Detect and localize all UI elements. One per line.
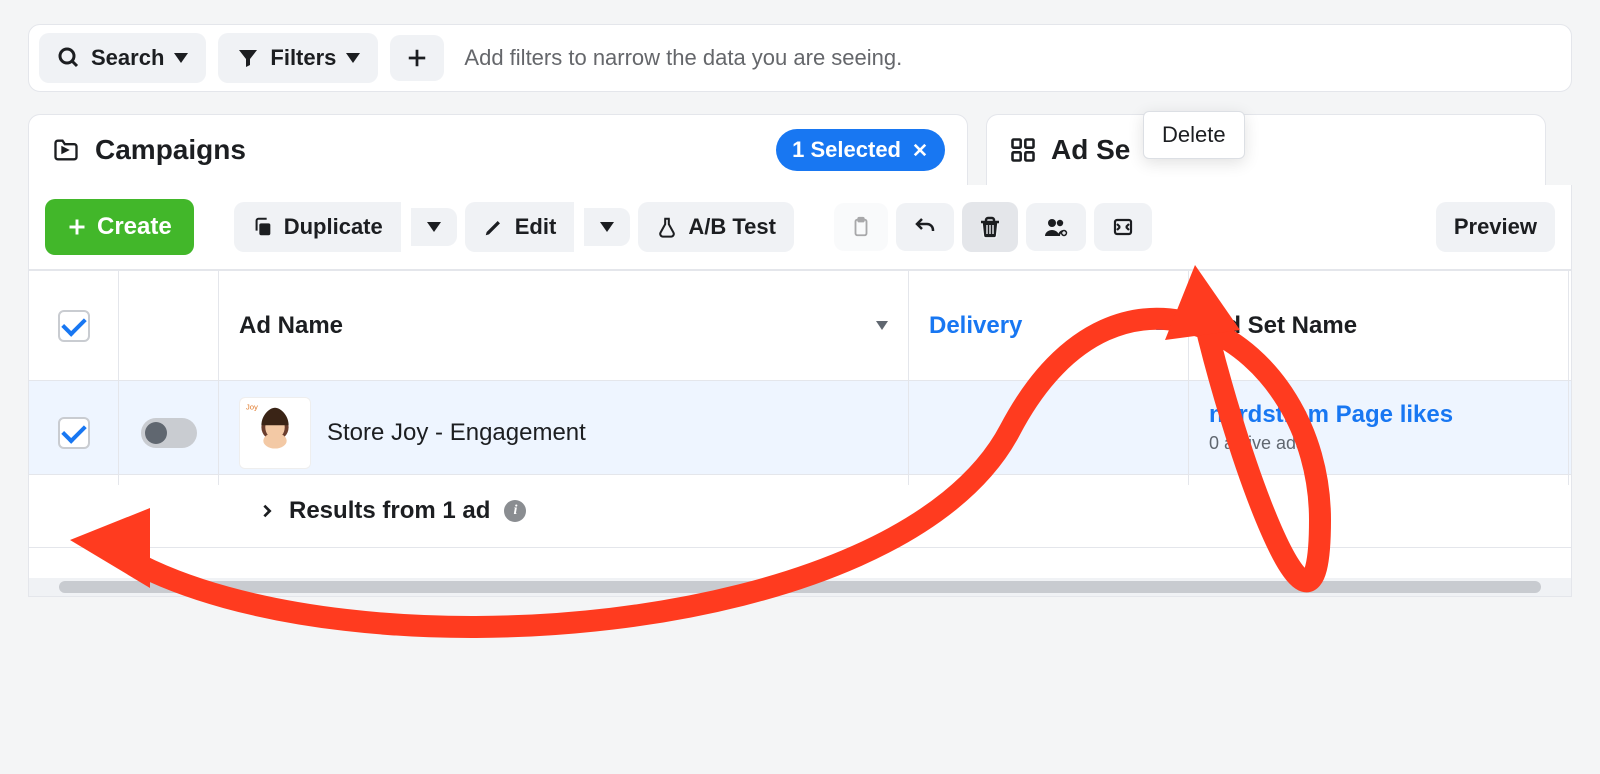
- delete-tooltip: Delete: [1143, 111, 1245, 159]
- clipboard-button: [834, 203, 888, 251]
- column-delivery[interactable]: Delivery: [909, 271, 1189, 380]
- col-adset-label: Ad Set Name: [1209, 312, 1357, 340]
- row-checkbox[interactable]: [58, 417, 90, 449]
- create-button[interactable]: Create: [45, 199, 194, 255]
- svg-text:Joy: Joy: [246, 403, 258, 412]
- pencil-icon: [483, 216, 505, 238]
- abtest-button[interactable]: A/B Test: [638, 202, 794, 252]
- row-adname-cell[interactable]: Joy Store Joy - Engagement: [219, 381, 909, 485]
- edit-dropdown[interactable]: [584, 208, 630, 246]
- sort-caret-icon: [876, 321, 888, 330]
- select-all-checkbox[interactable]: [58, 310, 90, 342]
- tab-campaigns[interactable]: Campaigns 1 Selected: [28, 114, 968, 185]
- plus-icon: [406, 47, 428, 69]
- tab-adsets-label: Ad Se: [1051, 134, 1130, 166]
- undo-button[interactable]: [896, 203, 954, 251]
- flask-icon: [656, 215, 678, 239]
- selected-chip-label: 1 Selected: [792, 137, 901, 163]
- abtest-label: A/B Test: [688, 214, 776, 240]
- search-label: Search: [91, 45, 164, 71]
- copy-icon: [252, 216, 274, 238]
- sort-caret-up-icon: [1156, 321, 1168, 330]
- edit-label: Edit: [515, 214, 557, 240]
- export-button[interactable]: [1094, 203, 1152, 251]
- people-plus-icon: [1042, 215, 1070, 239]
- search-button[interactable]: Search: [39, 33, 206, 83]
- filter-placeholder: Add filters to narrow the data you are s…: [456, 45, 902, 71]
- info-icon[interactable]: i: [504, 500, 526, 522]
- create-label: Create: [97, 213, 172, 241]
- selected-chip[interactable]: 1 Selected: [776, 129, 945, 171]
- chevron-right-icon[interactable]: [259, 500, 275, 522]
- caret-down-icon: [174, 53, 188, 63]
- preview-label: Preview: [1454, 214, 1537, 240]
- add-filter-button[interactable]: [390, 35, 444, 81]
- select-all-header[interactable]: [29, 271, 119, 380]
- filters-label: Filters: [270, 45, 336, 71]
- filters-button[interactable]: Filters: [218, 33, 378, 83]
- col-delivery-label: Delivery: [929, 312, 1022, 340]
- search-icon: [57, 46, 81, 70]
- filter-bar: Search Filters Add filters to narrow the…: [28, 24, 1572, 92]
- caret-down-icon: [427, 222, 441, 232]
- delete-button[interactable]: [962, 202, 1018, 252]
- caret-down-icon: [600, 222, 614, 232]
- horizontal-scrollbar[interactable]: [29, 578, 1571, 596]
- folder-icon: [51, 136, 81, 164]
- tab-campaigns-label: Campaigns: [95, 134, 246, 166]
- ad-name-text: Store Joy - Engagement: [327, 419, 586, 447]
- column-ad-name[interactable]: Ad Name: [219, 271, 909, 380]
- table-header: Ad Name Delivery Ad Set Name: [29, 271, 1571, 381]
- table-row[interactable]: Joy Store Joy - Engagement nordstrom Pag…: [29, 381, 1571, 475]
- plus-icon: [67, 217, 87, 237]
- ads-table: Ad Name Delivery Ad Set Name Joy: [28, 270, 1572, 597]
- grid-icon: [1009, 136, 1037, 164]
- row-toggle-cell[interactable]: [119, 381, 219, 485]
- column-ad-set-name[interactable]: Ad Set Name: [1189, 271, 1569, 380]
- row-select-cell[interactable]: [29, 381, 119, 485]
- edit-button[interactable]: Edit: [465, 202, 575, 252]
- col-ad-name-label: Ad Name: [239, 312, 343, 340]
- ad-thumbnail: Joy: [239, 397, 311, 469]
- results-row[interactable]: Results from 1 ad i: [29, 475, 1571, 548]
- duplicate-dropdown[interactable]: [411, 208, 457, 246]
- row-adset-cell[interactable]: nordstrom Page likes 0 active ads: [1189, 381, 1569, 485]
- filter-icon: [236, 46, 260, 70]
- preview-button[interactable]: Preview: [1436, 202, 1555, 252]
- export-icon: [1110, 215, 1136, 239]
- ad-set-link[interactable]: nordstrom Page likes: [1209, 401, 1453, 428]
- clipboard-icon: [850, 215, 872, 239]
- add-people-button[interactable]: [1026, 203, 1086, 251]
- duplicate-label: Duplicate: [284, 214, 383, 240]
- tabs-row: Campaigns 1 Selected Ad Se Delete: [28, 114, 1572, 185]
- toolbar: Create Duplicate Edit A/B Test: [28, 185, 1572, 270]
- caret-down-icon: [346, 53, 360, 63]
- tab-adsets[interactable]: Ad Se Delete: [986, 114, 1546, 185]
- undo-icon: [912, 215, 938, 239]
- trash-icon: [978, 214, 1002, 240]
- status-toggle[interactable]: [141, 418, 197, 448]
- toggle-header: [119, 271, 219, 380]
- close-icon[interactable]: [911, 141, 929, 159]
- results-label: Results from 1 ad: [289, 497, 490, 525]
- row-delivery-cell: [909, 381, 1189, 485]
- ad-set-subtext: 0 active ads: [1209, 433, 1548, 454]
- duplicate-button[interactable]: Duplicate: [234, 202, 401, 252]
- tooltip-text: Delete: [1162, 122, 1226, 147]
